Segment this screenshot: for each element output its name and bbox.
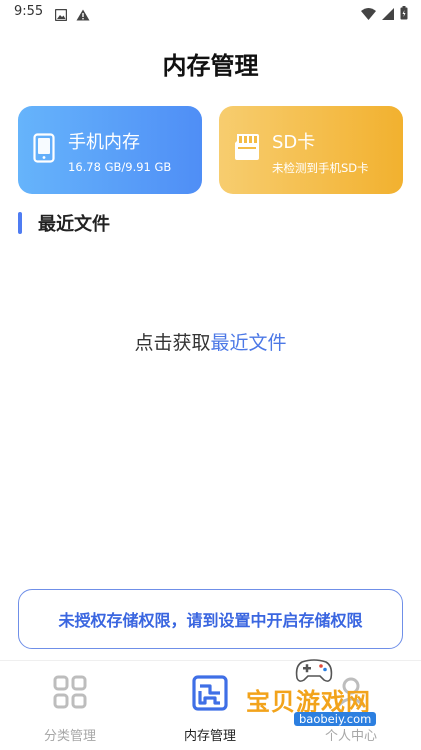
watermark-url: baobeiy.com bbox=[294, 712, 377, 726]
status-bar: 9:55 bbox=[0, 0, 421, 26]
wifi-icon bbox=[361, 5, 376, 24]
phone-storage-card[interactable]: 手机内存 16.78 GB/9.91 GB bbox=[18, 106, 202, 194]
fetch-recent-link[interactable]: 最近文件 bbox=[211, 332, 287, 354]
phone-storage-title: 手机内存 bbox=[68, 132, 140, 153]
sd-card-title: SD卡 bbox=[272, 132, 316, 153]
tab-category-label: 分类管理 bbox=[43, 729, 96, 744]
signal-icon bbox=[382, 5, 394, 24]
tab-category-management[interactable]: 分类管理 bbox=[0, 661, 140, 750]
grid-icon bbox=[52, 674, 88, 714]
permission-banner-text: 未授权存储权限，请到设置中开启存储权限 bbox=[58, 611, 363, 630]
status-time: 9:55 bbox=[14, 4, 44, 19]
phone-storage-usage: 16.78 GB/9.91 GB bbox=[68, 160, 172, 174]
watermark-logo: 宝贝游戏网 baobeiy.com bbox=[246, 658, 396, 738]
battery-icon bbox=[400, 5, 408, 24]
storage-icon bbox=[191, 674, 229, 716]
permission-banner[interactable]: 未授权存储权限，请到设置中开启存储权限 bbox=[18, 589, 403, 649]
recent-files-title: 最近文件 bbox=[38, 214, 110, 235]
recent-files-header: 最近文件 bbox=[18, 212, 110, 235]
sd-card-status: 未检测到手机SD卡 bbox=[272, 161, 369, 175]
section-accent-bar bbox=[18, 212, 22, 234]
fetch-recent-prompt[interactable]: 点击获取最近文件 bbox=[0, 328, 421, 355]
sd-card-card[interactable]: SD卡 未检测到手机SD卡 bbox=[219, 106, 403, 194]
page-title: 内存管理 bbox=[162, 52, 259, 80]
photo-icon bbox=[54, 6, 68, 25]
fetch-prompt-prefix: 点击获取 bbox=[134, 332, 211, 354]
phone-icon bbox=[33, 133, 55, 167]
sd-card-icon bbox=[234, 133, 260, 165]
warning-icon bbox=[76, 6, 90, 25]
